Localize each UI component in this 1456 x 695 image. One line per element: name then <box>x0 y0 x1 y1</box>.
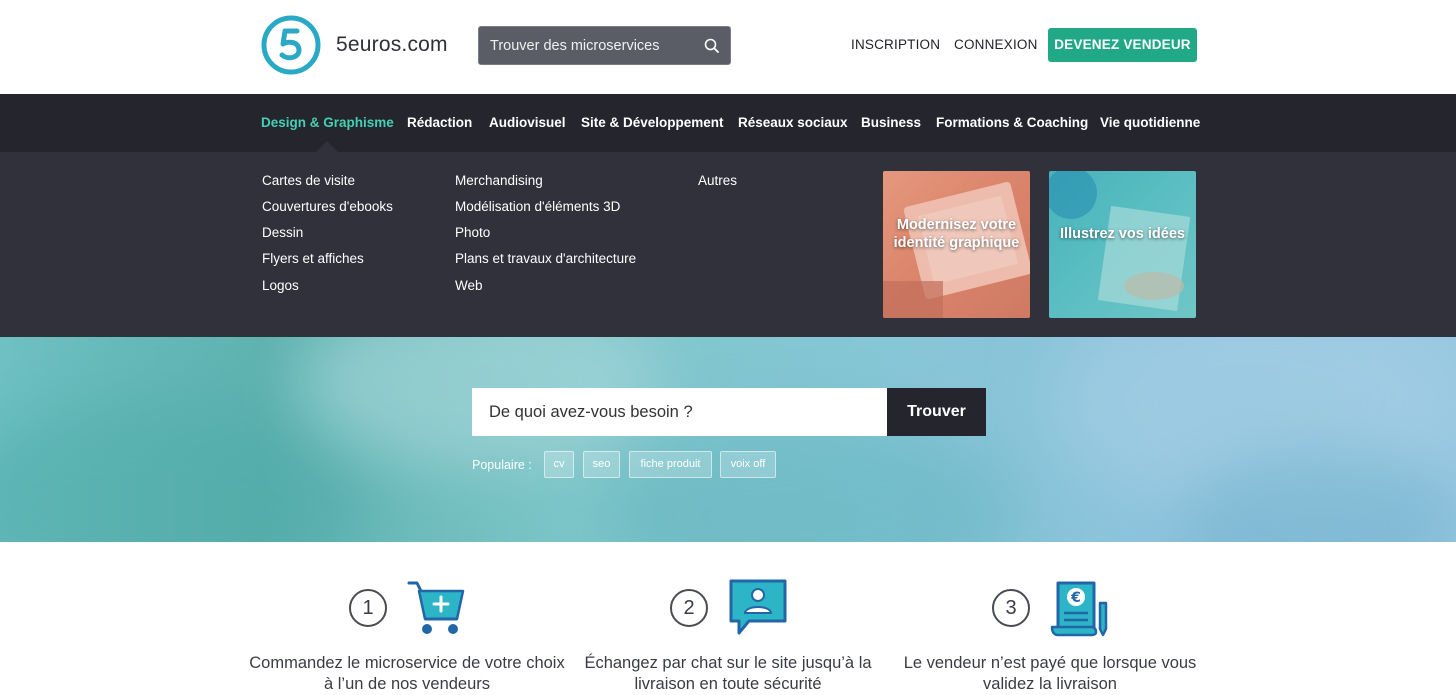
subcategory-logos[interactable]: Logos <box>262 278 299 293</box>
header-search <box>478 26 731 65</box>
category-business[interactable]: Business <box>861 115 921 130</box>
subcategory-plans-architecture[interactable]: Plans et travaux d'architecture <box>455 251 636 266</box>
svg-text:€: € <box>1070 590 1081 606</box>
category-formations-coaching[interactable]: Formations & Coaching <box>936 115 1088 130</box>
subcategory-web[interactable]: Web <box>455 278 483 293</box>
signup-link[interactable]: INSCRIPTION <box>851 37 940 52</box>
become-seller-button[interactable]: DEVENEZ VENDEUR <box>1048 28 1197 62</box>
subcategory-couvertures-ebooks[interactable]: Couvertures d'ebooks <box>262 199 393 214</box>
step-number-1: 1 <box>349 589 387 627</box>
subcategory-autres[interactable]: Autres <box>698 173 737 188</box>
step-text-3: Le vendeur n’est payé que lorsque vous v… <box>903 654 1197 693</box>
login-link[interactable]: CONNEXION <box>954 37 1038 52</box>
category-nav: Design & Graphisme Rédaction Audiovisuel… <box>0 94 1456 152</box>
promo-title-illustrez: Illustrez vos idées <box>1060 226 1185 242</box>
subcategory-flyers-affiches[interactable]: Flyers et affiches <box>262 251 364 266</box>
subcategory-merchandising[interactable]: Merchandising <box>455 173 543 188</box>
hero-search-input[interactable] <box>472 388 887 436</box>
popular-tag-voix-off[interactable]: voix off <box>720 451 776 478</box>
popular-tag-seo[interactable]: seo <box>583 451 620 478</box>
step-text-1: Commandez le microservice de votre choix… <box>249 654 565 693</box>
subcategory-photo[interactable]: Photo <box>455 225 490 240</box>
active-category-caret <box>316 141 338 152</box>
promo-card-illustrez-idees[interactable]: Illustrez vos idées <box>1049 171 1196 318</box>
category-redaction[interactable]: Rédaction <box>407 115 472 130</box>
hero-search-button[interactable]: Trouver <box>887 388 986 436</box>
promo-image-sketch <box>1049 171 1196 318</box>
subcategory-cartes-de-visite[interactable]: Cartes de visite <box>262 173 355 188</box>
site-header: 5euros.com INSCRIPTION CONNEXION DEVENEZ… <box>0 0 1456 94</box>
popular-tag-cv[interactable]: cv <box>544 451 574 478</box>
brand-name[interactable]: 5euros.com <box>336 33 448 57</box>
invoice-icon: € <box>1050 581 1108 637</box>
step-text-2: Échangez par chat sur le site jusqu’à la… <box>584 654 872 693</box>
search-icon[interactable] <box>702 36 722 56</box>
category-site-developpement[interactable]: Site & Développement <box>581 115 724 130</box>
category-reseaux-sociaux[interactable]: Réseaux sociaux <box>738 115 848 130</box>
step-number-3: 3 <box>992 589 1030 627</box>
popular-tag-fiche-produit[interactable]: fiche produit <box>629 451 712 478</box>
promo-card-identite-graphique[interactable]: Modernisez votre identité graphique <box>883 171 1030 318</box>
logo-icon[interactable] <box>261 15 321 75</box>
category-vie-quotidienne[interactable]: Vie quotidienne <box>1100 115 1200 130</box>
category-design-graphisme[interactable]: Design & Graphisme <box>261 115 394 130</box>
subcategory-modelisation-3d[interactable]: Modélisation d'éléments 3D <box>455 199 620 214</box>
subcategory-dessin[interactable]: Dessin <box>262 225 303 240</box>
chat-icon <box>729 579 787 635</box>
header-search-input[interactable] <box>479 27 699 64</box>
hero-banner <box>0 337 1456 542</box>
category-audiovisuel[interactable]: Audiovisuel <box>489 115 566 130</box>
promo-title-identite: Modernisez votre identité graphique <box>893 217 1020 251</box>
cart-icon <box>407 581 465 634</box>
popular-label: Populaire : <box>472 458 532 472</box>
step-number-2: 2 <box>670 589 708 627</box>
